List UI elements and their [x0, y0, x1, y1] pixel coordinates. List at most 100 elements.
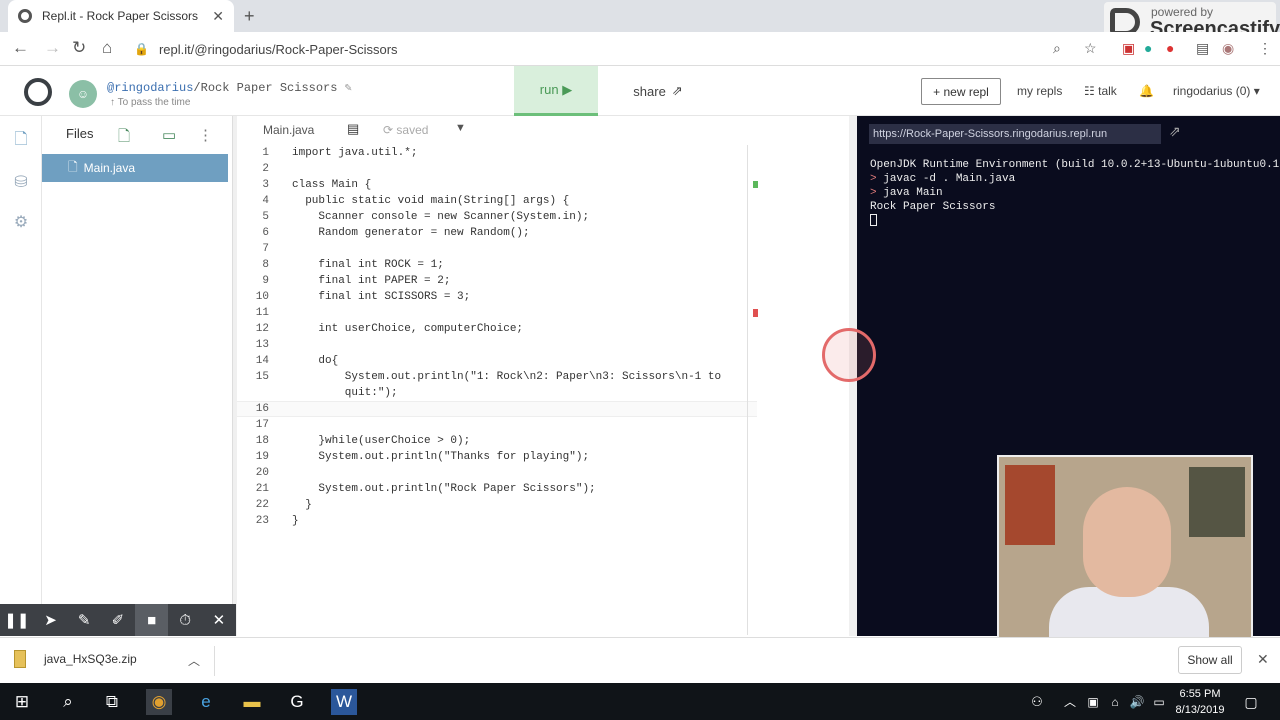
editor-ruler	[747, 145, 748, 635]
replit-logo-icon[interactable]	[24, 78, 52, 106]
file-explorer-icon[interactable]: ▬	[239, 689, 265, 715]
webcam-poster	[1005, 465, 1055, 545]
reload-icon[interactable]: ↻	[72, 38, 86, 58]
forward-icon[interactable]: →	[44, 38, 61, 58]
line-number: 1	[262, 147, 269, 159]
windows-start-icon[interactable]: ⊞	[9, 689, 35, 715]
file-item-main-java[interactable]: 🗋 Main.java	[42, 154, 228, 182]
zip-file-icon	[14, 650, 26, 668]
show-all-button[interactable]: Show all	[1178, 646, 1242, 674]
line-number: 17	[255, 419, 269, 431]
system-clock[interactable]: 6:55 PM 8/13/2019	[1170, 686, 1230, 718]
bookmark-star-icon[interactable]: ☆	[1084, 40, 1097, 57]
downloads-separator	[214, 646, 215, 676]
webcam-icon[interactable]: ■	[134, 604, 169, 636]
add-folder-icon[interactable]: ▭	[162, 126, 176, 144]
code-line: Scanner console = new Scanner(System.in)…	[292, 211, 590, 223]
close-tab-icon[interactable]: ✕	[212, 8, 224, 25]
extension-icon-2[interactable]: ▤	[1196, 40, 1209, 57]
chrome-icon[interactable]: ◉	[146, 689, 172, 715]
profile-avatar-icon[interactable]: ◉	[1222, 40, 1234, 57]
download-item[interactable]: java_HxSQ3e.zip	[14, 650, 137, 668]
search-icon[interactable]: ⌕	[1053, 40, 1061, 57]
repl-description-text: To pass the time	[117, 97, 191, 108]
line-number: 23	[255, 515, 269, 527]
line-number: 13	[255, 339, 269, 351]
add-file-icon[interactable]: 🗋	[118, 126, 130, 151]
line-number: 18	[255, 435, 269, 447]
g-app-icon[interactable]: G	[284, 689, 310, 715]
menu-kebab-icon[interactable]: ⋮	[1258, 40, 1272, 57]
editor-tab-main-java[interactable]: Main.java	[263, 123, 314, 137]
run-button[interactable]: run ▶	[514, 66, 598, 116]
notification-bell-icon[interactable]: 🔔	[1139, 84, 1154, 98]
people-icon[interactable]: ⚇	[1024, 689, 1050, 715]
pointer-icon[interactable]: ➤	[34, 604, 68, 636]
settings-gear-icon[interactable]: ⚙	[11, 212, 31, 232]
line-number: 6	[262, 227, 269, 239]
files-title: Files	[66, 126, 94, 141]
annotation-toolbar: ❚❚ ➤ ✎ ✐ ■ ⏱ ✕	[0, 604, 236, 636]
chevron-up-icon[interactable]: ︿	[188, 652, 200, 669]
line-number: 7	[262, 243, 269, 255]
code-editor: Main.java ▤ ⟳ saved ▼ 1 import java.util.…	[237, 116, 849, 636]
code-line: }while(userChoice > 0);	[292, 435, 471, 447]
edit-pencil-icon[interactable]: ✎	[345, 81, 352, 95]
home-icon[interactable]: ⌂	[102, 38, 112, 58]
files-icon[interactable]: 🗋	[11, 128, 31, 148]
code-line: final int ROCK = 1;	[292, 259, 444, 271]
back-icon[interactable]: ←	[12, 38, 29, 58]
code-line: System.out.println("Rock Paper Scissors"…	[292, 483, 596, 495]
browser-tab[interactable]: Repl.it - Rock Paper Scissors ✕	[8, 0, 234, 32]
user-menu[interactable]: ringodarius (0) ▾	[1173, 84, 1260, 98]
packages-icon[interactable]: ⛁	[11, 172, 31, 192]
code-area[interactable]: 1 import java.util.*; 2 3 class Main {4 publ…	[237, 145, 757, 635]
pause-icon[interactable]: ❚❚	[0, 604, 34, 636]
terminal-prompt: >	[870, 187, 877, 199]
line-number: 11	[255, 307, 269, 319]
talk-link[interactable]: ☷ talk	[1084, 84, 1117, 98]
repl-description: ↑ To pass the time	[110, 97, 191, 108]
repl-avatar[interactable]: ☺	[69, 80, 97, 108]
files-menu-icon[interactable]: ⋮	[198, 126, 213, 144]
file-icon: 🗋	[68, 159, 78, 174]
new-tab-icon[interactable]: +	[244, 6, 255, 27]
code-line: import java.util.*;	[292, 147, 418, 159]
terminal-url-field[interactable]: https://Rock-Paper-Scissors.ringodarius.…	[869, 124, 1161, 144]
task-view-icon[interactable]: ⧉	[99, 689, 125, 715]
timer-icon[interactable]: ⏱	[168, 604, 202, 636]
edge-icon[interactable]: e	[193, 689, 219, 715]
line-number: 3	[262, 179, 269, 191]
new-repl-button[interactable]: + new repl	[921, 78, 1001, 105]
search-icon[interactable]: ⌕	[55, 689, 81, 715]
app-header: ☺ @ringodarius/Rock Paper Scissors ✎ ↑ T…	[0, 66, 1280, 116]
replit-favicon-icon	[18, 9, 32, 23]
open-external-icon[interactable]: ⇗	[1169, 123, 1181, 140]
line-number: 20	[255, 467, 269, 479]
share-button[interactable]: share ⇗	[616, 66, 700, 116]
format-icon[interactable]: ▤	[347, 121, 359, 137]
tab-title: Repl.it - Rock Paper Scissors	[42, 9, 199, 23]
close-downloads-icon[interactable]: ✕	[1257, 651, 1269, 668]
url-text: repl.it/@ringodarius/Rock-Paper-Scissors	[158, 41, 398, 57]
close-toolbar-icon[interactable]: ✕	[202, 604, 236, 636]
battery-icon[interactable]: ▭	[1146, 689, 1172, 715]
screencastify-ext-icon[interactable]: ●	[1166, 40, 1174, 56]
pen-icon[interactable]: ✎	[67, 604, 101, 636]
code-line: final int SCISSORS = 3;	[292, 291, 471, 303]
user-label: ringodarius (0)	[1173, 84, 1251, 98]
my-repls-link[interactable]: my repls	[1017, 84, 1062, 98]
share-icon: ⇗	[671, 83, 683, 98]
word-icon[interactable]: W	[331, 689, 357, 715]
grammarly-icon[interactable]: ●	[1144, 40, 1152, 56]
highlighter-icon[interactable]: ✐	[101, 604, 135, 636]
repl-owner[interactable]: @ringodarius	[107, 81, 193, 95]
repl-title: @ringodarius/Rock Paper Scissors ✎	[107, 80, 352, 95]
line-number: 10	[255, 291, 269, 303]
chevron-down-icon[interactable]: ▼	[455, 122, 466, 134]
action-center-icon[interactable]: ▢	[1238, 689, 1264, 715]
url-field[interactable]: 🔒 repl.it/@ringodarius/Rock-Paper-Scisso…	[134, 36, 1094, 62]
webcam-overlay	[997, 455, 1253, 646]
extension-icon[interactable]: ▣	[1122, 40, 1135, 57]
terminal-line: Rock Paper Scissors	[870, 201, 996, 213]
